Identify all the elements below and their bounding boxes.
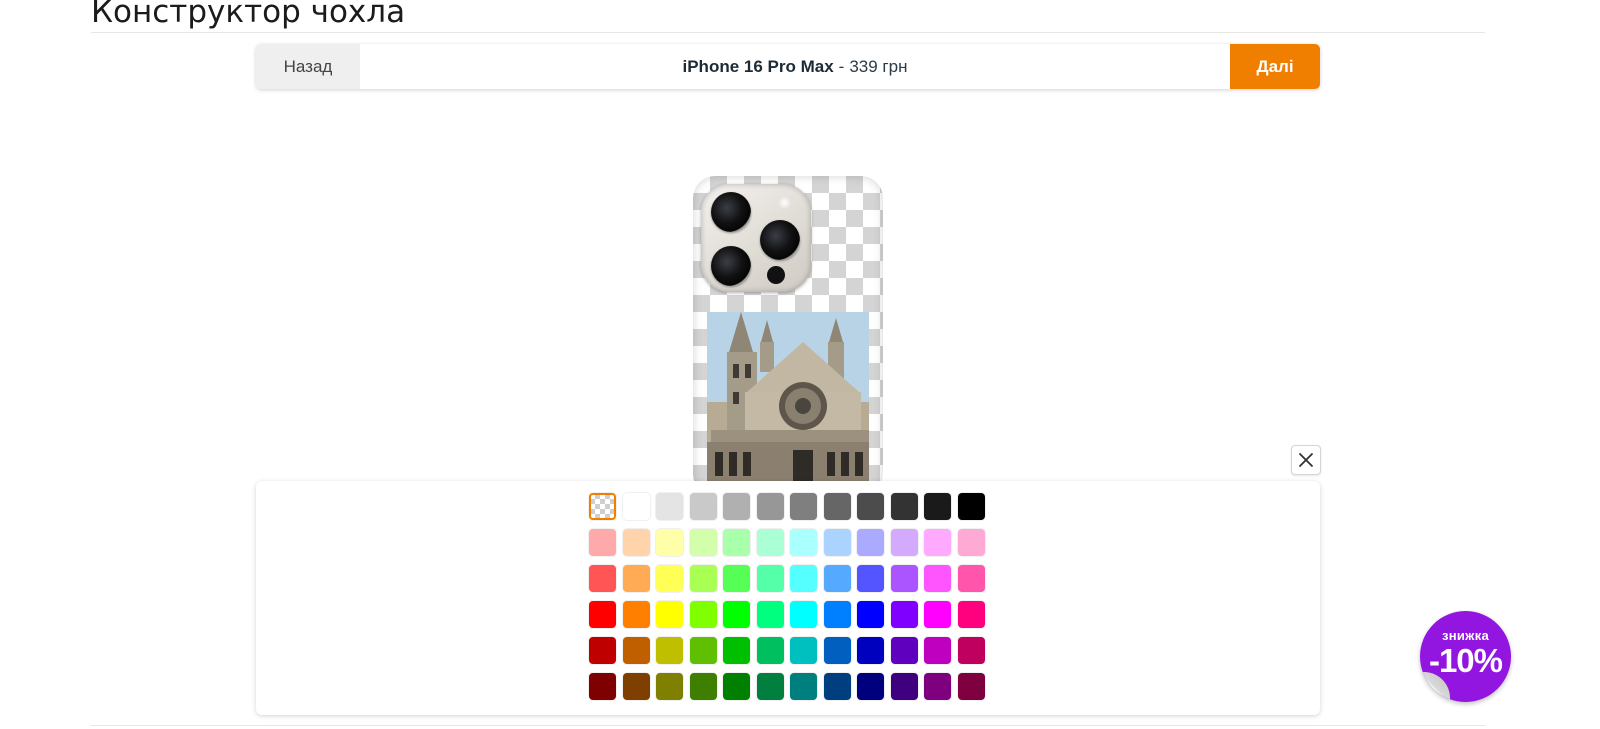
color-swatch[interactable]: [790, 601, 817, 628]
color-swatch[interactable]: [924, 565, 951, 592]
color-swatch[interactable]: [656, 529, 683, 556]
color-swatch[interactable]: [857, 565, 884, 592]
color-swatch[interactable]: [857, 673, 884, 700]
color-swatch[interactable]: [622, 601, 650, 628]
color-swatch[interactable]: [656, 673, 683, 700]
next-button[interactable]: Далі: [1230, 44, 1320, 89]
product-summary: iPhone 16 Pro Max - 339 грн: [360, 44, 1230, 89]
color-swatch[interactable]: [823, 529, 851, 556]
color-swatch[interactable]: [723, 493, 750, 520]
color-swatch[interactable]: [656, 637, 683, 664]
discount-badge[interactable]: знижка -10%: [1420, 611, 1511, 702]
color-swatch[interactable]: [689, 673, 717, 700]
color-swatch[interactable]: [924, 637, 951, 664]
color-swatch[interactable]: [890, 637, 918, 664]
product-name: iPhone 16 Pro Max: [682, 56, 834, 76]
color-swatch[interactable]: [924, 529, 951, 556]
color-swatch[interactable]: [924, 493, 951, 520]
color-swatch[interactable]: [689, 565, 717, 592]
product-price: 339 грн: [849, 56, 908, 76]
color-swatch[interactable]: [622, 529, 650, 556]
color-swatch[interactable]: [723, 673, 750, 700]
lidar-sensor-icon: [767, 266, 785, 284]
color-swatch[interactable]: [890, 673, 918, 700]
color-swatch[interactable]: [723, 529, 750, 556]
color-swatch[interactable]: [823, 637, 851, 664]
color-swatch[interactable]: [589, 673, 616, 700]
color-swatch[interactable]: [756, 493, 784, 520]
color-swatch[interactable]: [790, 493, 817, 520]
color-swatch[interactable]: [890, 529, 918, 556]
color-swatch[interactable]: [656, 565, 683, 592]
uploaded-photo[interactable]: [707, 312, 869, 496]
color-swatch[interactable]: [689, 529, 717, 556]
color-swatch[interactable]: [890, 493, 918, 520]
color-swatch[interactable]: [957, 637, 985, 664]
color-swatch[interactable]: [790, 565, 817, 592]
phone-case-preview[interactable]: [693, 176, 883, 496]
color-swatch-transparent[interactable]: [589, 493, 616, 520]
color-swatch[interactable]: [589, 637, 616, 664]
back-button[interactable]: Назад: [256, 44, 360, 89]
close-palette-button[interactable]: [1291, 445, 1321, 475]
color-swatch-grid: [589, 493, 985, 700]
color-swatch[interactable]: [622, 637, 650, 664]
color-swatch[interactable]: [857, 637, 884, 664]
color-swatch[interactable]: [656, 493, 683, 520]
color-swatch[interactable]: [823, 673, 851, 700]
camera-module: [701, 184, 811, 292]
color-swatch[interactable]: [589, 565, 616, 592]
product-toolbar: Назад iPhone 16 Pro Max - 339 грн Далі: [256, 44, 1320, 89]
discount-label: знижка: [1441, 628, 1490, 643]
color-swatch[interactable]: [723, 601, 750, 628]
cathedral-image: [707, 312, 869, 496]
color-swatch[interactable]: [689, 601, 717, 628]
color-swatch[interactable]: [890, 601, 918, 628]
color-swatch[interactable]: [924, 601, 951, 628]
color-swatch[interactable]: [622, 565, 650, 592]
color-swatch[interactable]: [924, 673, 951, 700]
camera-lens-icon: [711, 192, 751, 232]
color-swatch[interactable]: [857, 529, 884, 556]
color-swatch[interactable]: [790, 637, 817, 664]
color-swatch[interactable]: [656, 601, 683, 628]
color-swatch[interactable]: [857, 493, 884, 520]
page-title: Конструктор чохла: [91, 0, 406, 30]
color-swatch[interactable]: [723, 565, 750, 592]
color-swatch[interactable]: [823, 565, 851, 592]
color-swatch[interactable]: [857, 601, 884, 628]
title-divider: [91, 32, 1485, 33]
color-palette-panel: [256, 481, 1320, 715]
color-swatch[interactable]: [790, 673, 817, 700]
color-swatch[interactable]: [823, 493, 851, 520]
camera-lens-icon: [711, 246, 751, 286]
color-swatch[interactable]: [890, 565, 918, 592]
color-swatch[interactable]: [957, 493, 985, 520]
color-swatch[interactable]: [790, 529, 817, 556]
color-swatch[interactable]: [756, 565, 784, 592]
color-swatch[interactable]: [689, 637, 717, 664]
color-swatch[interactable]: [957, 673, 985, 700]
color-swatch[interactable]: [756, 673, 784, 700]
color-swatch[interactable]: [756, 529, 784, 556]
color-swatch[interactable]: [589, 529, 616, 556]
color-swatch[interactable]: [622, 493, 650, 520]
color-swatch[interactable]: [756, 637, 784, 664]
bottom-divider: [91, 725, 1485, 726]
color-swatch[interactable]: [723, 637, 750, 664]
color-swatch[interactable]: [756, 601, 784, 628]
close-icon: [1299, 453, 1313, 467]
color-swatch[interactable]: [823, 601, 851, 628]
color-swatch[interactable]: [957, 529, 985, 556]
color-swatch[interactable]: [689, 493, 717, 520]
color-swatch[interactable]: [589, 601, 616, 628]
flash-icon: [778, 196, 791, 209]
color-swatch[interactable]: [622, 673, 650, 700]
color-swatch[interactable]: [957, 601, 985, 628]
camera-lens-icon: [760, 220, 800, 260]
color-swatch[interactable]: [957, 565, 985, 592]
product-separator: -: [838, 56, 845, 76]
